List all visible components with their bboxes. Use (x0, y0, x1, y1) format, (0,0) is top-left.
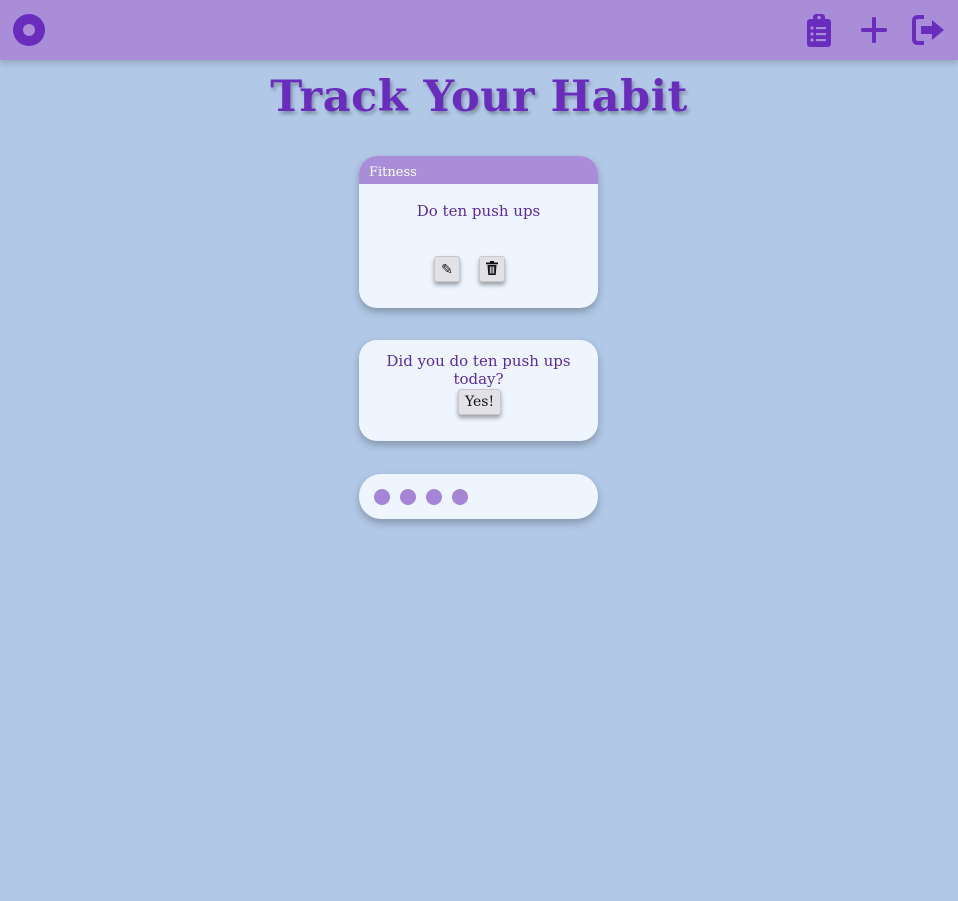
progress-dot (374, 489, 390, 505)
habit-description: Do ten push ups (416, 202, 541, 220)
daily-check-card: Did you do ten push ups today? Yes! (359, 340, 598, 441)
habit-category-label: Fitness (359, 156, 598, 184)
progress-dot (400, 489, 416, 505)
page-title: Track Your Habit (270, 72, 688, 122)
pencil-icon: ✎ (441, 261, 453, 277)
app-logo-icon[interactable] (13, 14, 45, 46)
edit-habit-button[interactable]: ✎ (434, 256, 460, 282)
progress-dots-card (359, 474, 598, 519)
trash-icon (486, 261, 498, 277)
clipboard-list-icon[interactable] (800, 12, 836, 48)
progress-dot (452, 489, 468, 505)
top-nav-bar (0, 0, 958, 60)
delete-habit-button[interactable] (479, 256, 505, 282)
logout-icon[interactable] (910, 12, 946, 48)
habit-card: Fitness Do ten push ups ✎ (359, 156, 598, 308)
plus-icon[interactable] (856, 12, 892, 48)
daily-question: Did you do ten push ups today? (386, 352, 571, 388)
yes-button[interactable]: Yes! (458, 389, 502, 415)
progress-dot (426, 489, 442, 505)
